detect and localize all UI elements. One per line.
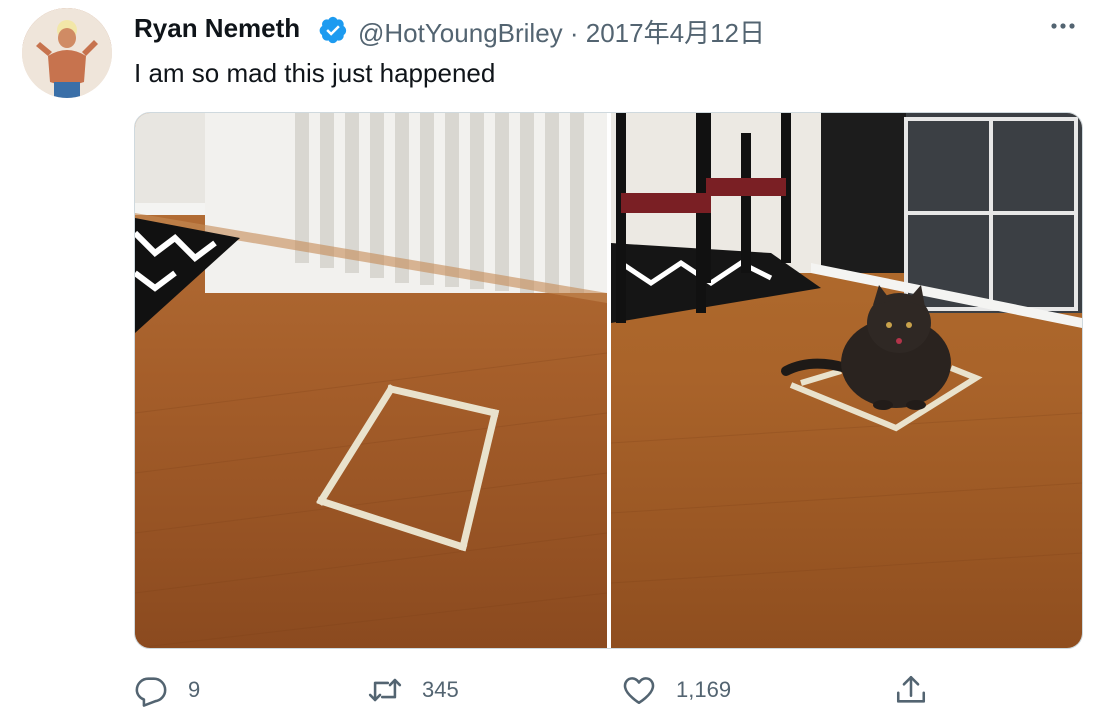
retweet-count: 345 <box>422 677 459 702</box>
reply-count: 9 <box>188 677 201 702</box>
photo-taped-square-empty[interactable] <box>135 113 607 648</box>
avatar[interactable] <box>22 8 112 98</box>
avatar-image <box>22 8 112 98</box>
share-button[interactable] <box>894 668 928 712</box>
tweet-text: I am so mad this just happened <box>134 58 496 88</box>
tweet-actions: 9 345 1,169 <box>134 668 1081 712</box>
verified-badge-icon <box>319 16 347 44</box>
more-icon[interactable] <box>1046 14 1080 38</box>
photo-cat-in-taped-square[interactable] <box>611 113 1082 648</box>
like-button[interactable]: 1,169 <box>622 668 731 712</box>
media-grid <box>134 112 1083 649</box>
share-icon <box>896 675 926 703</box>
author-handle-and-date[interactable]: @HotYoungBriley · 2017年4月12日 <box>358 13 765 50</box>
reply-button[interactable]: 9 <box>134 668 200 712</box>
reply-icon <box>135 677 167 707</box>
like-icon <box>623 677 655 705</box>
like-count: 1,169 <box>676 677 732 702</box>
retweet-icon <box>368 678 402 702</box>
author-name[interactable]: Ryan Nemeth <box>134 13 300 44</box>
retweet-button[interactable]: 345 <box>368 668 459 712</box>
